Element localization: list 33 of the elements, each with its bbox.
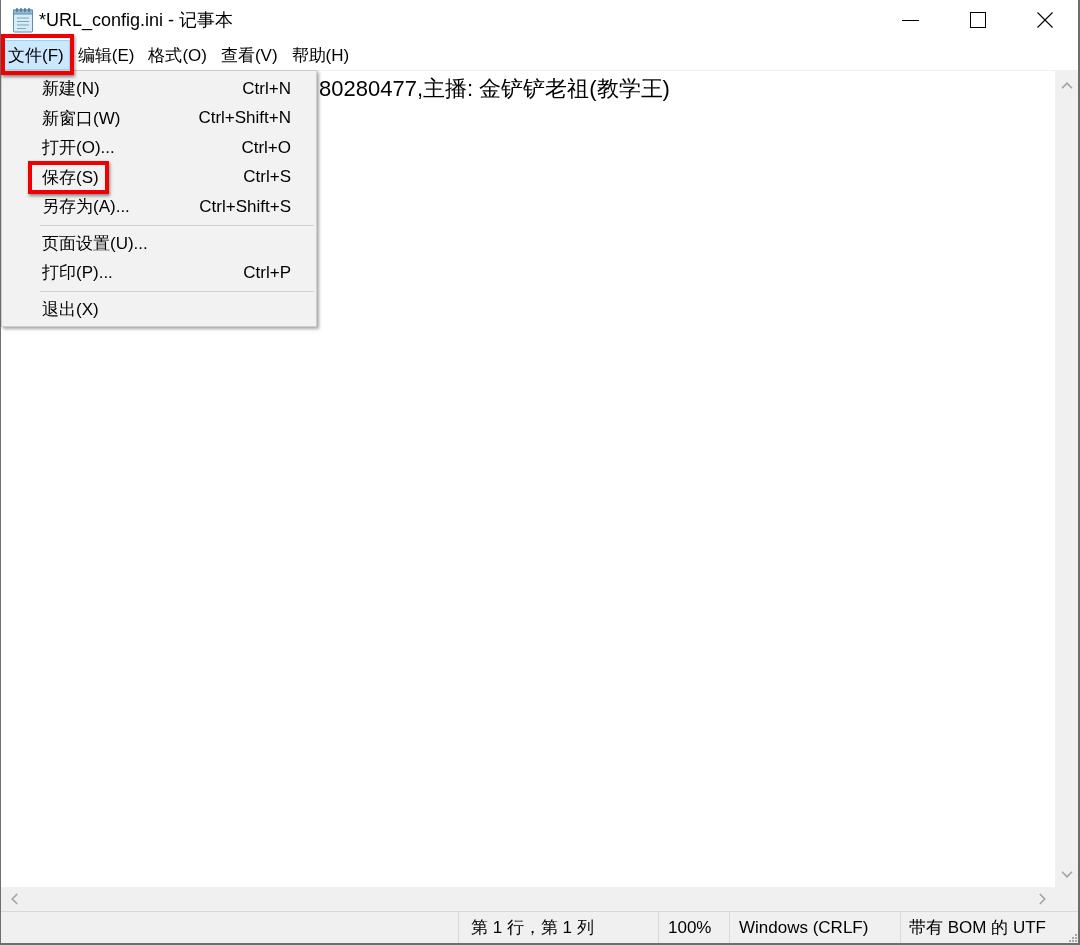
menu-bar-item[interactable]: 查看(V) bbox=[214, 40, 284, 70]
menu-item[interactable]: 打印(P)... Ctrl+P bbox=[4, 258, 314, 288]
menu-bar-item[interactable]: 编辑(E) bbox=[71, 40, 141, 70]
menu-item[interactable]: 新窗口(W) Ctrl+Shift+N bbox=[4, 103, 314, 133]
status-field: 100% bbox=[658, 912, 729, 943]
menu-item[interactable]: 保存(S) Ctrl+S bbox=[4, 162, 314, 192]
minimize-icon bbox=[902, 19, 919, 21]
chevron-down-icon[interactable] bbox=[1060, 871, 1073, 878]
status-field: 第 1 行，第 1 列 bbox=[458, 912, 658, 943]
menu-item[interactable]: 另存为(A)... Ctrl+Shift+S bbox=[4, 192, 314, 222]
shortcut-text: Ctrl+O bbox=[241, 137, 291, 158]
menu-item[interactable]: 新建(N) Ctrl+N bbox=[4, 74, 314, 104]
window-title: *URL_config.ini - 记事本 bbox=[39, 9, 235, 32]
shortcut-text: Ctrl+S bbox=[243, 167, 291, 188]
status-field: Windows (CRLF) bbox=[729, 912, 900, 943]
close-icon bbox=[1036, 12, 1053, 28]
chevron-left-icon[interactable] bbox=[11, 893, 18, 905]
menu-item[interactable]: 打开(O)... Ctrl+O bbox=[4, 133, 314, 163]
menu-bar-item[interactable]: 帮助(H) bbox=[285, 40, 356, 70]
notepad-icon bbox=[12, 7, 34, 33]
shortcut-text: Ctrl+Shift+S bbox=[199, 196, 291, 217]
shortcut-text: Ctrl+Shift+N bbox=[198, 108, 291, 129]
shortcut-text: Ctrl+N bbox=[242, 78, 291, 99]
menu-item[interactable]: 退出(X) bbox=[4, 294, 314, 324]
menu-bar-item[interactable]: 格式(O) bbox=[142, 40, 213, 70]
editor-text: 80280477,主播: 金铲铲老祖(教学王) bbox=[319, 75, 670, 103]
chevron-right-icon[interactable] bbox=[1039, 893, 1046, 905]
status-field: 带有 BOM 的 UTF bbox=[900, 912, 1068, 943]
resize-grip-icon bbox=[1068, 933, 1077, 942]
menu-item[interactable]: 页面设置(U)... bbox=[4, 228, 314, 258]
maximize-icon bbox=[969, 12, 986, 28]
shortcut-text: Ctrl+P bbox=[243, 262, 291, 283]
chevron-up-icon[interactable] bbox=[1060, 82, 1073, 89]
